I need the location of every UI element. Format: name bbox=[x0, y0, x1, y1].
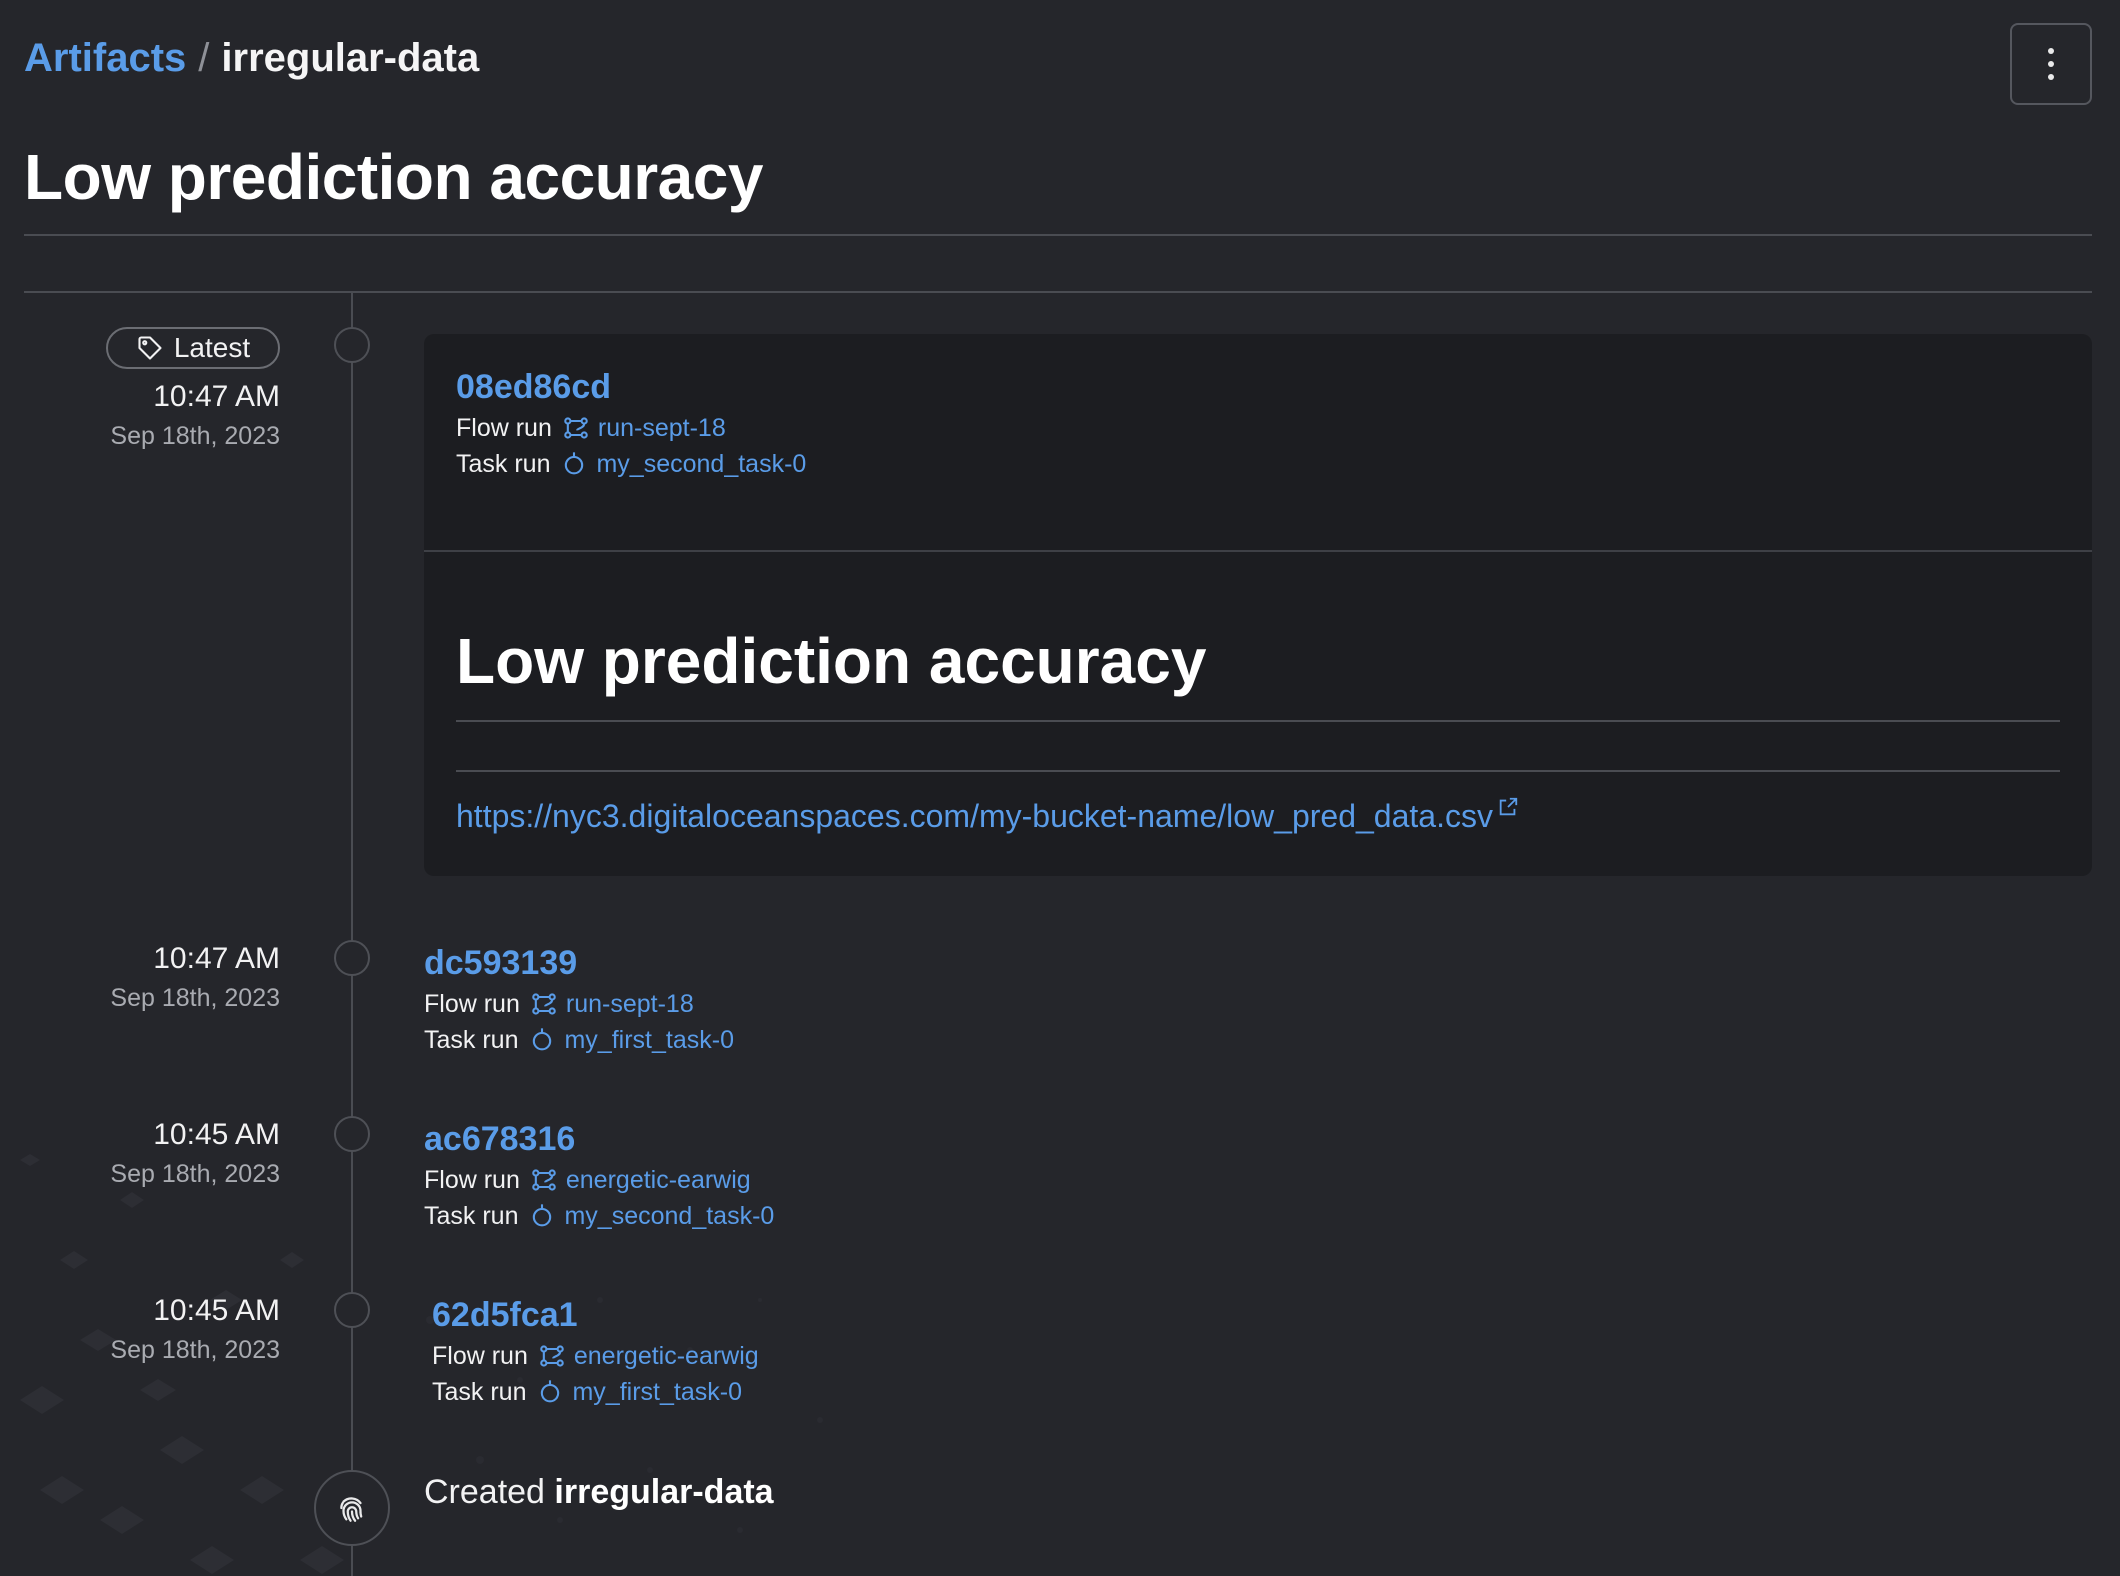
breadcrumb-current: irregular-data bbox=[221, 36, 480, 80]
entry-meta: 10:47 AM Sep 18th, 2023 bbox=[110, 942, 280, 1013]
title-divider bbox=[24, 234, 2092, 236]
created-event: Created irregular-data bbox=[424, 1473, 774, 1512]
artifact-content-title: Low prediction accuracy bbox=[456, 625, 1207, 697]
task-run-label: Task run bbox=[424, 1201, 519, 1230]
flow-run-icon bbox=[562, 414, 590, 442]
task-run-icon bbox=[528, 1202, 556, 1230]
artifact-entry: dc593139 Flow run run-sept-18 Task run m… bbox=[424, 944, 734, 1055]
latest-badge: Latest bbox=[106, 327, 280, 369]
entry-date: Sep 18th, 2023 bbox=[110, 984, 280, 1012]
artifact-id-link[interactable]: 62d5fca1 bbox=[432, 1296, 578, 1335]
artifact-entry: ac678316 Flow run energetic-earwig Task … bbox=[424, 1120, 774, 1231]
artifact-entry: 08ed86cd Flow run run-sept-18 Task run m… bbox=[456, 368, 806, 479]
timeline-dot bbox=[334, 1292, 370, 1328]
more-options-button[interactable] bbox=[2010, 23, 2092, 105]
entry-date: Sep 18th, 2023 bbox=[110, 422, 280, 450]
task-run-label: Task run bbox=[432, 1377, 527, 1406]
flow-run-row: Flow run energetic-earwig bbox=[432, 1341, 759, 1371]
external-link-icon bbox=[1499, 797, 1518, 816]
entry-time: 10:47 AM bbox=[153, 942, 280, 975]
task-run-icon bbox=[536, 1378, 564, 1406]
timeline-line bbox=[351, 291, 353, 1576]
latest-badge-label: Latest bbox=[173, 332, 251, 363]
content-rule bbox=[456, 720, 2060, 722]
task-run-row: Task run my_first_task-0 bbox=[424, 1025, 734, 1055]
flow-run-icon bbox=[530, 990, 558, 1018]
breadcrumb: Artifacts / irregular-data bbox=[24, 36, 479, 81]
task-run-icon bbox=[528, 1026, 556, 1054]
entry-meta: 10:47 AM Sep 18th, 2023 bbox=[110, 380, 280, 451]
task-run-link[interactable]: my_second_task-0 bbox=[564, 1202, 774, 1231]
flow-run-row: Flow run run-sept-18 bbox=[424, 989, 734, 1019]
artifact-page: Artifacts / irregular-data Low predictio… bbox=[0, 0, 2120, 1576]
created-prefix: Created bbox=[424, 1473, 545, 1511]
flow-run-link[interactable]: energetic-earwig bbox=[574, 1342, 759, 1371]
tag-icon bbox=[138, 336, 162, 360]
artifact-entry: 62d5fca1 Flow run energetic-earwig Task … bbox=[432, 1296, 759, 1407]
content-rule bbox=[456, 770, 2060, 772]
fingerprint-icon bbox=[340, 1497, 363, 1522]
task-run-link[interactable]: my_second_task-0 bbox=[596, 450, 806, 479]
task-run-row: Task run my_second_task-0 bbox=[456, 449, 806, 479]
flow-run-label: Flow run bbox=[432, 1341, 528, 1370]
task-run-label: Task run bbox=[424, 1025, 519, 1054]
task-run-row: Task run my_second_task-0 bbox=[424, 1201, 774, 1231]
timeline-dot bbox=[334, 1116, 370, 1152]
flow-run-icon bbox=[530, 1166, 558, 1194]
entry-time: 10:47 AM bbox=[153, 380, 280, 413]
flow-run-label: Flow run bbox=[424, 1165, 520, 1194]
timeline-top-divider bbox=[24, 291, 2092, 293]
flow-run-label: Flow run bbox=[456, 413, 552, 442]
latest-artifact-card: 08ed86cd Flow run run-sept-18 Task run m… bbox=[424, 334, 2092, 876]
created-artifact-name: irregular-data bbox=[554, 1473, 774, 1511]
flow-run-row: Flow run run-sept-18 bbox=[456, 413, 806, 443]
timeline-dot bbox=[334, 940, 370, 976]
entry-meta: 10:45 AM Sep 18th, 2023 bbox=[110, 1294, 280, 1365]
entry-time: 10:45 AM bbox=[153, 1294, 280, 1327]
entry-date: Sep 18th, 2023 bbox=[110, 1336, 280, 1364]
flow-run-link[interactable]: run-sept-18 bbox=[566, 990, 694, 1019]
task-run-label: Task run bbox=[456, 449, 551, 478]
task-run-row: Task run my_first_task-0 bbox=[432, 1377, 759, 1407]
card-divider bbox=[424, 550, 2092, 552]
breadcrumb-artifacts-link[interactable]: Artifacts bbox=[24, 36, 186, 81]
entry-meta: 10:45 AM Sep 18th, 2023 bbox=[110, 1118, 280, 1189]
flow-run-link[interactable]: run-sept-18 bbox=[598, 414, 726, 443]
task-run-link[interactable]: my_first_task-0 bbox=[572, 1378, 741, 1407]
task-run-link[interactable]: my_first_task-0 bbox=[564, 1026, 733, 1055]
flow-run-label: Flow run bbox=[424, 989, 520, 1018]
page-title: Low prediction accuracy bbox=[24, 141, 763, 213]
artifact-id-link[interactable]: dc593139 bbox=[424, 944, 577, 983]
artifact-id-link[interactable]: 08ed86cd bbox=[456, 368, 611, 407]
flow-run-link[interactable]: energetic-earwig bbox=[566, 1166, 751, 1195]
entry-time: 10:45 AM bbox=[153, 1118, 280, 1151]
kebab-menu-icon bbox=[2048, 48, 2054, 80]
flow-run-row: Flow run energetic-earwig bbox=[424, 1165, 774, 1195]
artifact-content-link-text: https://nyc3.digitaloceanspaces.com/my-b… bbox=[456, 798, 1493, 834]
timeline-dot bbox=[334, 327, 370, 363]
artifact-content-link[interactable]: https://nyc3.digitaloceanspaces.com/my-b… bbox=[456, 797, 1519, 835]
task-run-icon bbox=[560, 450, 588, 478]
breadcrumb-separator: / bbox=[198, 36, 210, 80]
flow-run-icon bbox=[538, 1342, 566, 1370]
created-marker bbox=[314, 1470, 390, 1546]
artifact-id-link[interactable]: ac678316 bbox=[424, 1120, 575, 1159]
entry-date: Sep 18th, 2023 bbox=[110, 1160, 280, 1188]
